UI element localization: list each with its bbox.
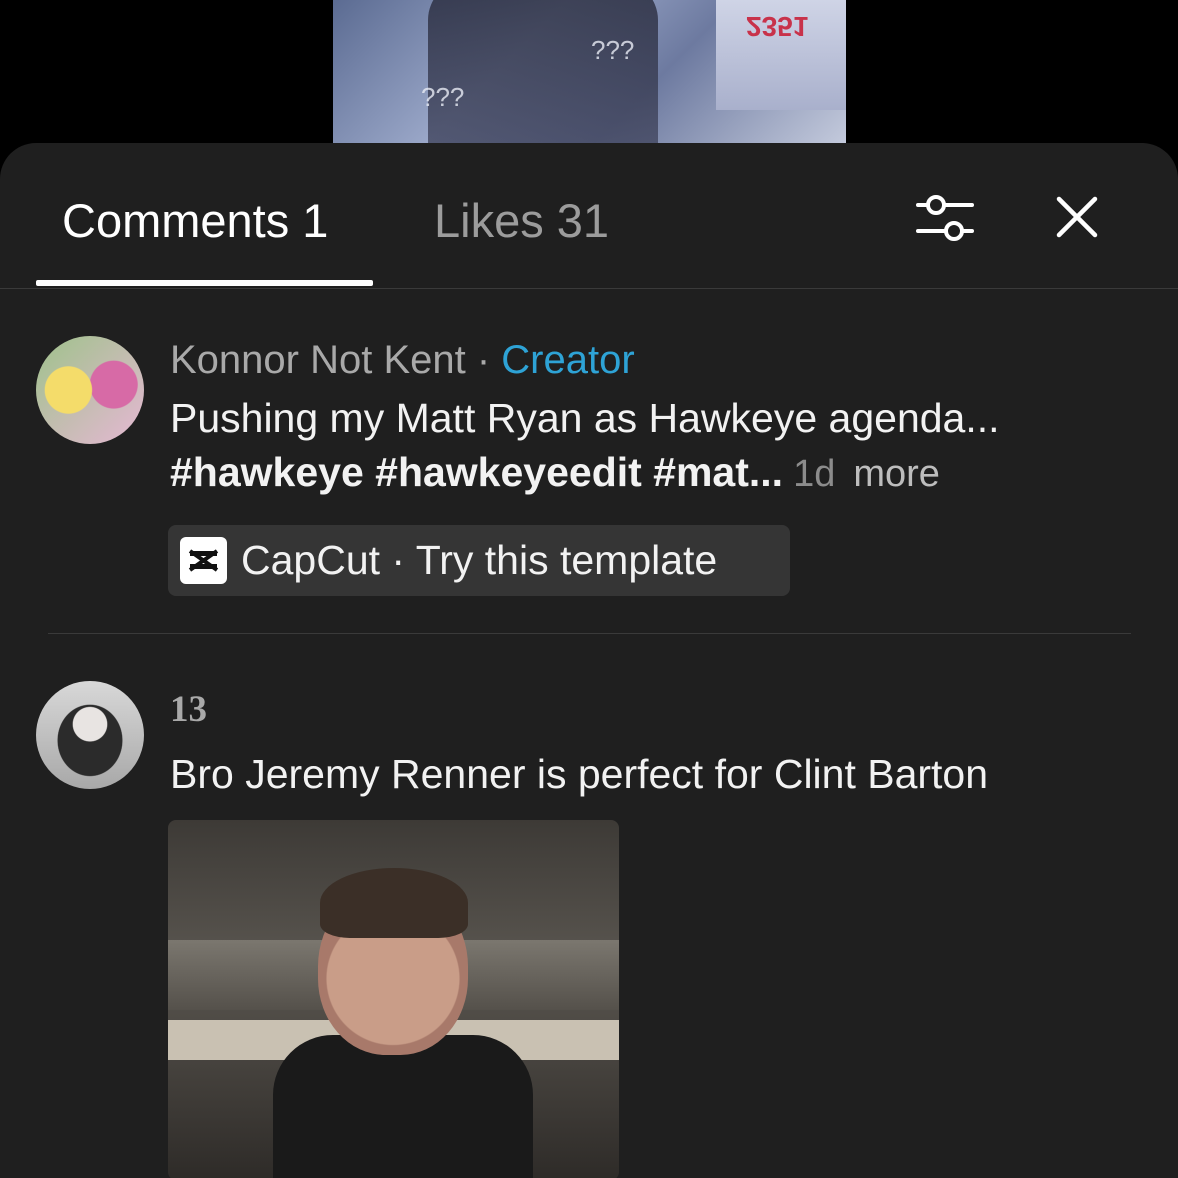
commenter-avatar[interactable] [36, 681, 144, 789]
more-button[interactable]: more [853, 453, 940, 495]
active-tab-indicator [36, 280, 373, 286]
gif-hair [320, 868, 468, 938]
caption-age: 1d [793, 453, 836, 495]
sliders-icon [916, 195, 974, 241]
video-sign-text: 2351 [746, 11, 809, 42]
creator-name-line: Konnor Not Kent · Creator [170, 338, 635, 383]
tab-likes[interactable]: Likes 31 [434, 193, 609, 248]
creator-avatar[interactable] [36, 336, 144, 444]
video-overlay-text: ??? [591, 35, 635, 65]
close-icon [1056, 196, 1098, 238]
gif-body [273, 1035, 533, 1178]
divider [48, 633, 1131, 634]
caption-text: Pushing my Matt Ryan as Hawkeye agenda..… [170, 395, 1000, 441]
commenter-name[interactable]: 13 [170, 688, 207, 731]
filter-button[interactable] [914, 192, 976, 244]
comment-text: Bro Jeremy Renner is perfect for Clint B… [170, 751, 989, 797]
caption-hashtags[interactable]: #hawkeye #hawkeyeedit #mat... [170, 449, 783, 495]
close-button[interactable] [1053, 193, 1101, 241]
video-preview[interactable]: 2351 ??? ??? [333, 0, 846, 160]
capcut-template-chip[interactable]: CapCut · Try this template [168, 525, 790, 596]
tab-comments[interactable]: Comments 1 [62, 193, 328, 248]
comment-gif[interactable] [168, 820, 619, 1178]
creator-badge: Creator [501, 338, 635, 382]
video-figure [428, 0, 658, 160]
creator-name[interactable]: Konnor Not Kent [170, 338, 466, 382]
video-overlay-text-2: ??? [421, 82, 465, 112]
name-separator: · [465, 338, 502, 382]
caption-tags-line: #hawkeye #hawkeyeedit #mat... 1d more [170, 449, 940, 496]
sheet-tab-bar: Comments 1 Likes 31 [0, 143, 1178, 289]
comments-sheet: Comments 1 Likes 31 Konnor Not Kent · Cr… [0, 143, 1178, 1178]
video-sign: 2351 [716, 0, 846, 110]
capcut-template-label: CapCut · Try this template [241, 537, 718, 583]
capcut-logo-icon [180, 537, 227, 584]
